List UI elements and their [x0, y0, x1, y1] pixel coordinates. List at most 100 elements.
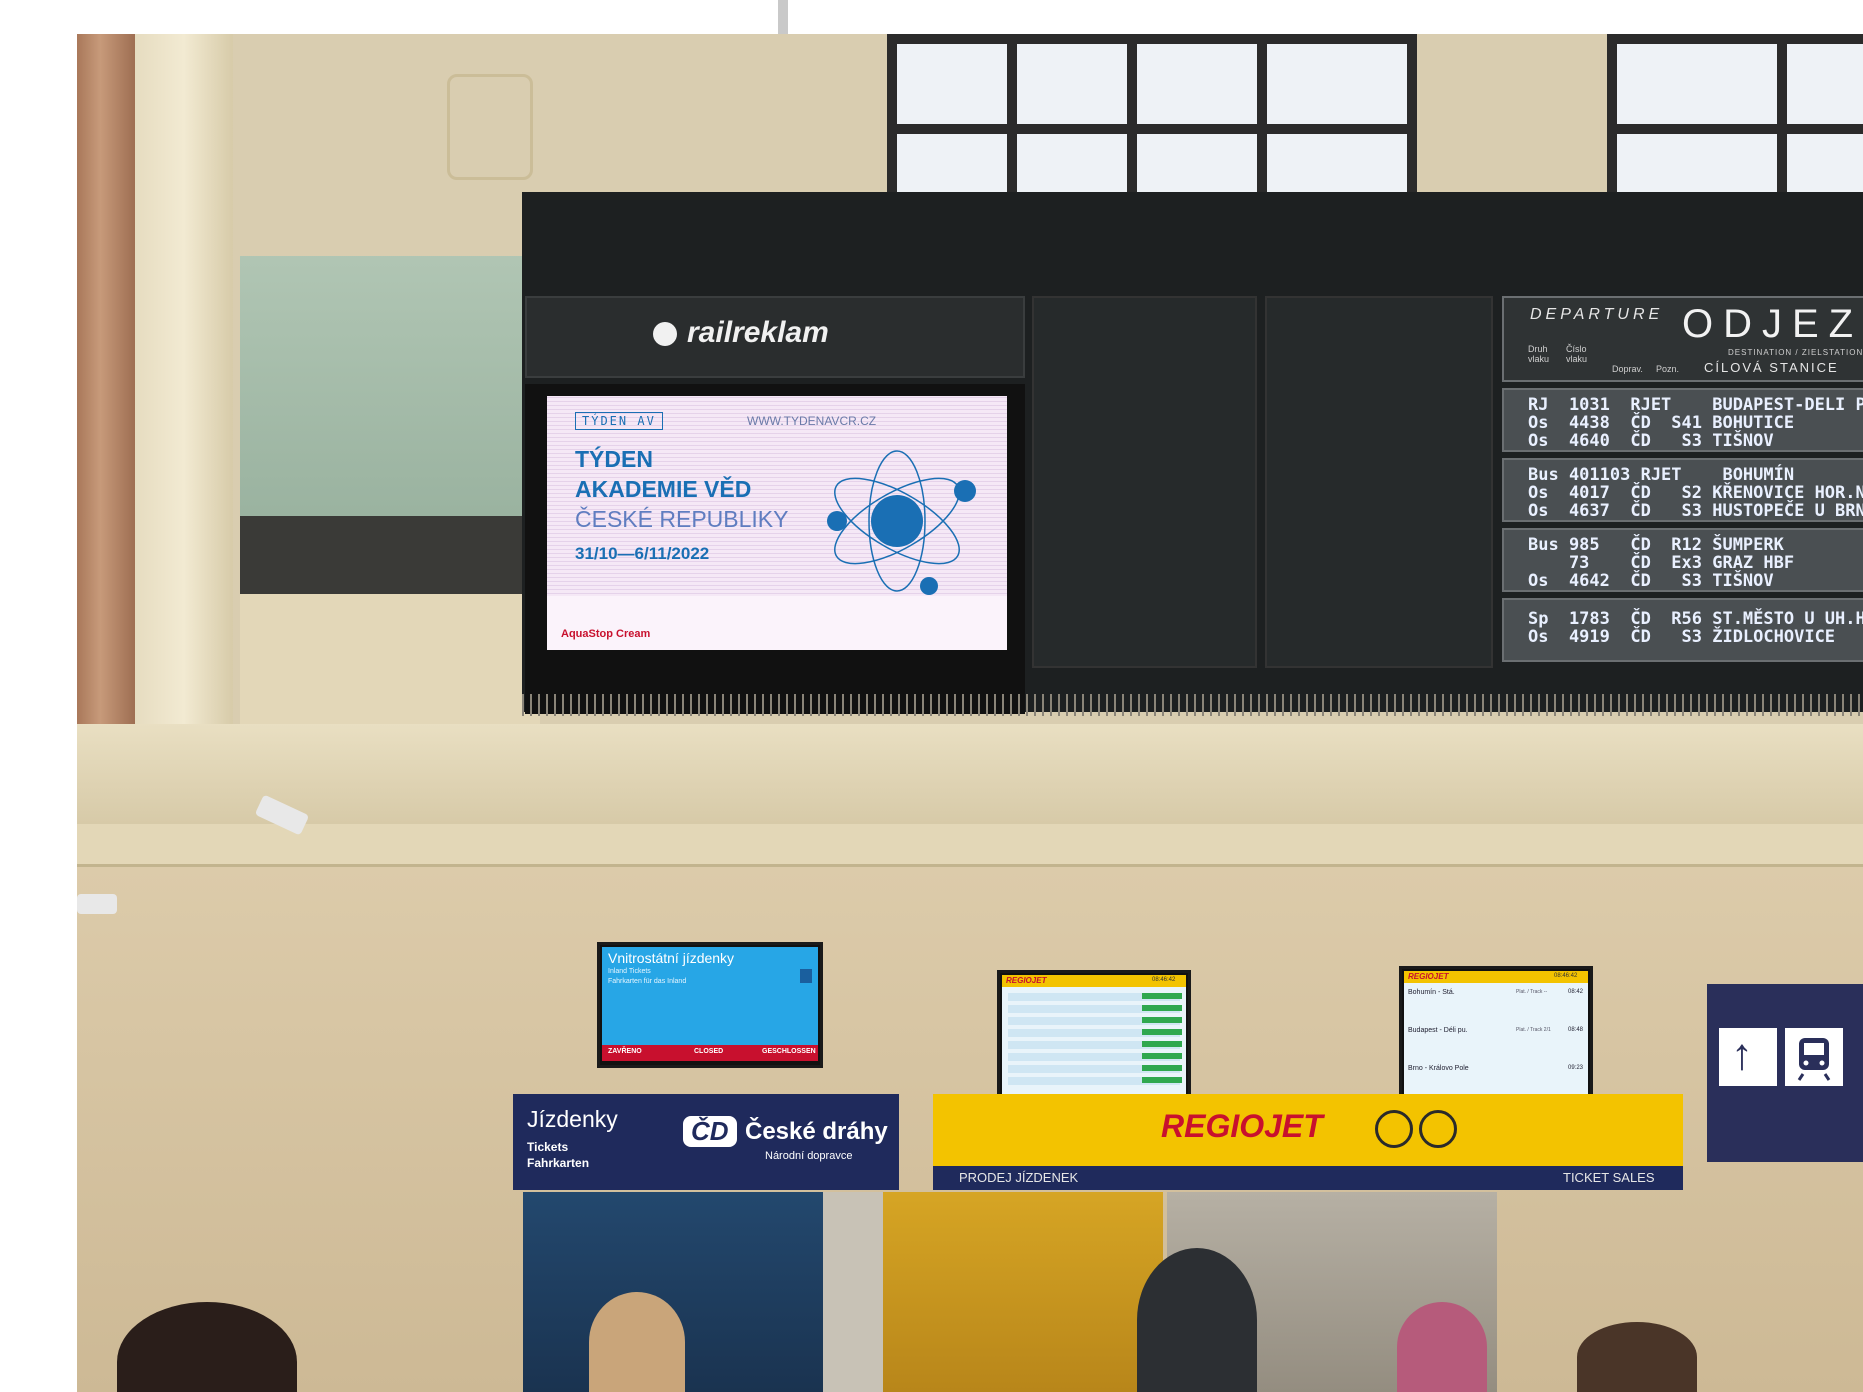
- ad-sponsor-strip: [547, 596, 1007, 650]
- ad-sponsor: AquaStop Cream: [561, 628, 651, 640]
- railreklam-logo-mark: [653, 322, 677, 346]
- cd-monitor-info-icon: [800, 969, 812, 983]
- cd-sign-title: Jízdenky: [527, 1106, 618, 1132]
- panel-block-1: [1032, 296, 1257, 668]
- cd-monitor-sub2: Fahrkarten für das Inland: [608, 978, 687, 985]
- bus-icon: [1375, 1110, 1413, 1148]
- train-icon: [1785, 1028, 1843, 1086]
- ad-title-3: ČESKÉ REPUBLIKY: [575, 506, 789, 532]
- departure-sub-cilova: CÍLOVÁ STANICE: [1704, 360, 1839, 375]
- cd-status-de: GESCHLOSSEN: [762, 1048, 816, 1055]
- rj-right-screen: REGIOJET 08:46:42 Bohumín - Stá. Plat. /…: [1404, 971, 1588, 1095]
- rj-left-time: 08:46:42: [1152, 977, 1176, 983]
- glass-balcony: [240, 256, 540, 516]
- nav-sign: ↑: [1707, 984, 1863, 1162]
- departure-row: Bus 401103 RJET BOHUMÍN Os 4017 ČD S2 KŘ…: [1502, 458, 1863, 522]
- regiojet-counter-window: [883, 1192, 1163, 1392]
- station-hall-photo: railreklam TÝDEN AV WWW.TYDENAVCR.CZ TÝD…: [77, 34, 1863, 1392]
- departure-row: Sp 1783 ČD R56 ST.MĚSTO U UH.H. Os 4919 …: [1502, 598, 1863, 662]
- ad-title-1: TÝDEN: [575, 446, 653, 472]
- up-arrow-icon: ↑: [1731, 1030, 1753, 1079]
- train-icon: [1419, 1110, 1457, 1148]
- ad-url: WWW.TYDENAVCR.CZ: [747, 414, 877, 428]
- cd-tickets-monitor: Vnitrostátní jízdenky Inland Tickets Fah…: [597, 942, 823, 1068]
- cd-sign-sub1: Tickets: [527, 1140, 569, 1154]
- rj-right-label: TICKET SALES: [1563, 1170, 1655, 1185]
- rj-right-brand: REGIOJET: [1408, 972, 1449, 981]
- departure-line: Bus 401103 RJET BOHUMÍN: [1528, 465, 1795, 485]
- rj-right-dest: Brno - Královo Pole: [1408, 1065, 1469, 1072]
- rj-right-dest: Budapest - Déli pu.: [1408, 1027, 1468, 1034]
- ad-title-2: AKADEMIE VĚD: [575, 476, 752, 502]
- rj-right-plat: Plat. / Track --: [1516, 989, 1548, 995]
- cd-ticket-sign: Jízdenky Tickets Fahrkarten ČD České drá…: [513, 1094, 899, 1190]
- departure-line: 73 ČD Ex3 GRAZ HBF: [1528, 553, 1795, 573]
- person-silhouette: [1577, 1322, 1697, 1392]
- balcony-floor: [240, 516, 540, 594]
- col-cislo: Číslo vlaku: [1566, 344, 1588, 364]
- window-right: [1607, 34, 1863, 204]
- counter-divider: [823, 1192, 883, 1392]
- atom-illustration: [827, 450, 976, 595]
- regiojet-sign-brand: REGIOJET: [1161, 1108, 1323, 1144]
- camera-icon: [77, 894, 117, 914]
- departure-sub-destination: DESTINATION / ZIELSTATION: [1728, 348, 1863, 357]
- cd-brand: České dráhy: [745, 1118, 888, 1145]
- cd-monitor-sub1: Inland Tickets: [608, 968, 651, 975]
- cd-status-cz: ZAVŘENO: [608, 1048, 642, 1055]
- rj-right-plat: Plat. / Track 2/1: [1516, 1027, 1551, 1033]
- rj-right-time-row: 08:42: [1568, 989, 1584, 995]
- rj-left-brand: REGIOJET: [1006, 976, 1047, 985]
- departure-line: Sp 1783 ČD R56 ST.MĚSTO U UH.H.: [1528, 609, 1863, 629]
- departure-line: Os 4919 ČD S3 ŽIDLOCHOVICE: [1528, 627, 1836, 647]
- rj-left-screen: REGIOJET 08:46:42: [1002, 975, 1186, 1097]
- ad-logo-box: TÝDEN AV: [575, 412, 663, 430]
- cd-monitor-screen: Vnitrostátní jízdenky Inland Tickets Fah…: [602, 947, 818, 1061]
- regiojet-label-strip: PRODEJ JÍZDENEK TICKET SALES: [933, 1166, 1683, 1190]
- col-pozn: Pozn.: [1656, 364, 1680, 374]
- departure-row: RJ 1031 RJET BUDAPEST-DELI PU Os 4438 ČD…: [1502, 388, 1863, 452]
- rj-right-time-row: 08:48: [1568, 1027, 1584, 1033]
- person-silhouette: [1397, 1302, 1487, 1392]
- departure-line: Bus 985 ČD R12 ŠUMPERK: [1528, 535, 1784, 555]
- rj-left-status-column: [1142, 993, 1182, 1085]
- cornice: [77, 724, 1863, 824]
- col-doprav: Doprav.: [1612, 364, 1643, 374]
- rj-right-dest: Bohumín - Stá.: [1408, 989, 1455, 996]
- top-divider: [778, 0, 788, 34]
- rj-left-label: PRODEJ JÍZDENEK: [959, 1170, 1079, 1185]
- departure-line: Os 4637 ČD S3 HUSTOPEČE U BRNA: [1528, 501, 1863, 521]
- railreklam-logo: railreklam: [687, 316, 829, 349]
- ad-screen: TÝDEN AV WWW.TYDENAVCR.CZ TÝDEN AKADEMIE…: [547, 396, 1007, 650]
- departure-line: Os 4642 ČD S3 TIŠNOV: [1528, 571, 1774, 591]
- cd-brand-sub: Národní dopravce: [765, 1150, 853, 1162]
- departure-header: DEPARTURE ODJEZ Druh vlaku Číslo vlaku D…: [1502, 296, 1863, 382]
- departure-line: Os 4438 ČD S41 BOHUTICE: [1528, 413, 1795, 433]
- cd-logo: ČD: [683, 1116, 737, 1147]
- nav-arrow-box: ↑: [1719, 1028, 1777, 1086]
- departure-board: DEPARTURE ODJEZ Druh vlaku Číslo vlaku D…: [1502, 296, 1863, 716]
- regiojet-monitor-left: REGIOJET 08:46:42: [997, 970, 1191, 1102]
- person-silhouette: [589, 1292, 685, 1392]
- departure-line: Os 4640 ČD S3 TIŠNOV: [1528, 431, 1774, 451]
- panel-block-2: [1265, 296, 1493, 668]
- departure-header-cz: ODJEZ: [1682, 302, 1863, 346]
- regiojet-ticket-sign: REGIOJET: [933, 1094, 1683, 1166]
- departure-row: Bus 985 ČD R12 ŠUMPERK 73 ČD Ex3 GRAZ HB…: [1502, 528, 1863, 592]
- col-druh: Druh vlaku: [1528, 344, 1550, 364]
- window-center: [887, 34, 1417, 204]
- rj-right-time-row: 09:23: [1568, 1065, 1584, 1071]
- railreklam-header: railreklam: [525, 296, 1025, 378]
- wall-ornament: [447, 74, 533, 180]
- departure-line: Os 4017 ČD S2 KŘENOVICE HOR.N.: [1528, 483, 1863, 503]
- rj-right-time: 08:46:42: [1554, 973, 1578, 979]
- departure-header-en: DEPARTURE: [1530, 306, 1664, 323]
- cd-monitor-title: Vnitrostátní jízdenky: [608, 950, 735, 966]
- person-silhouette: [1137, 1248, 1257, 1392]
- ad-dates: 31/10—6/11/2022: [575, 544, 710, 563]
- cd-monitor-status-bar: ZAVŘENO CLOSED GESCHLOSSEN: [602, 1045, 818, 1061]
- departure-line: RJ 1031 RJET BUDAPEST-DELI PU: [1528, 395, 1863, 415]
- pilaster: [135, 34, 233, 794]
- cd-sign-sub2: Fahrkarten: [527, 1156, 590, 1170]
- frieze: [77, 824, 1863, 867]
